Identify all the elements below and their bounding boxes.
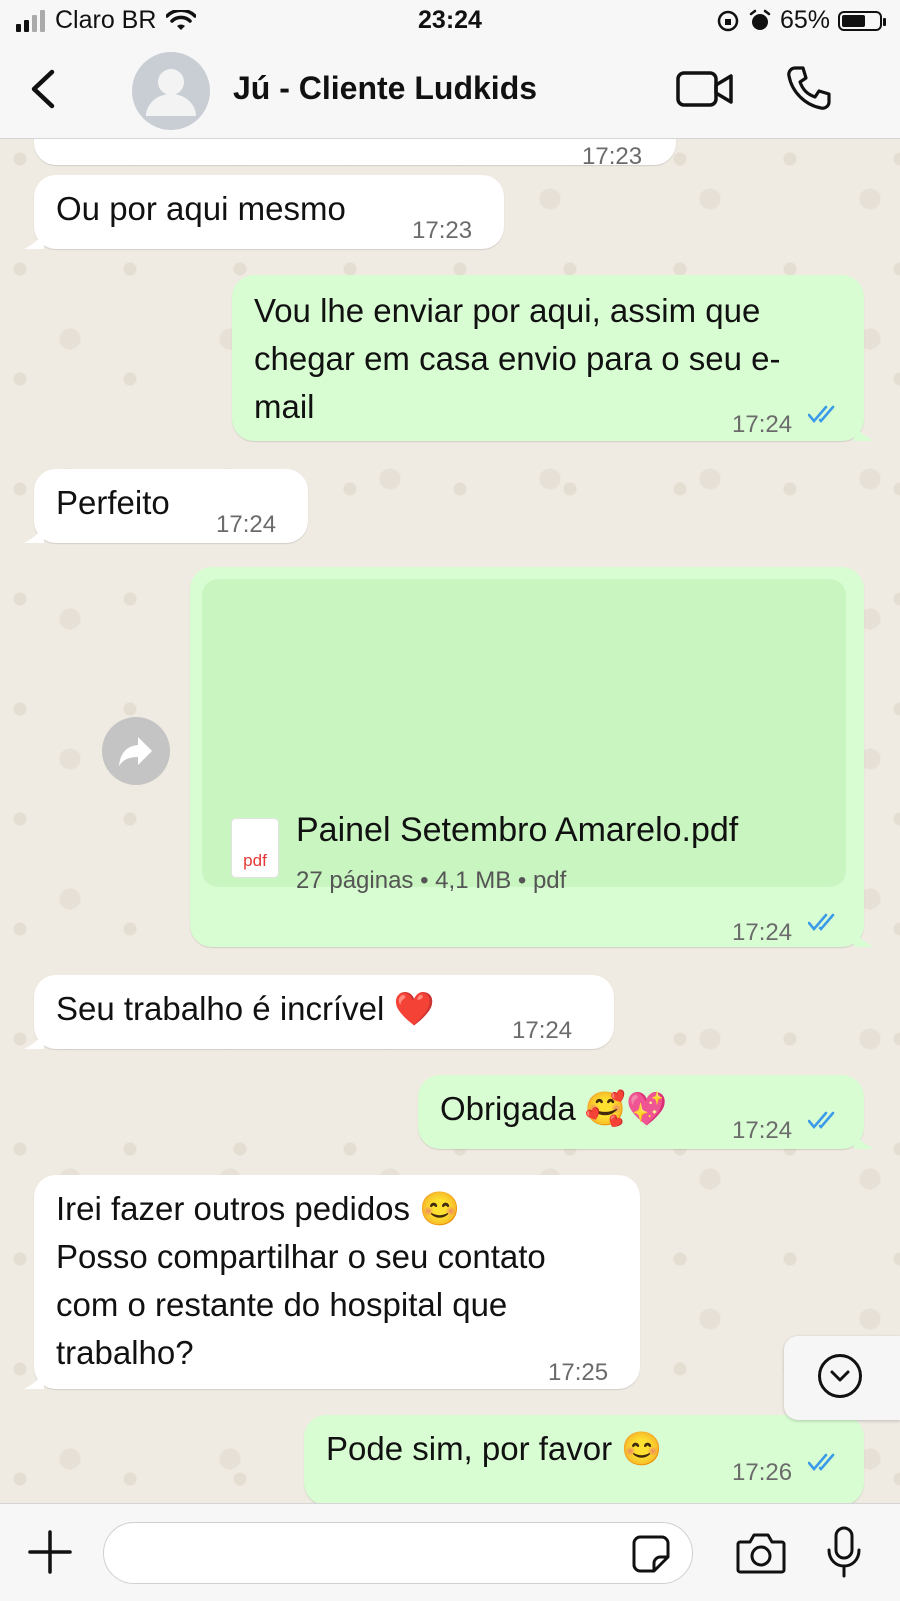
message-line: Vou lhe enviar por aqui, assim que: [254, 292, 761, 329]
phone-icon[interactable]: [785, 64, 833, 112]
read-ticks-icon: [808, 1453, 835, 1472]
camera-icon[interactable]: [736, 1532, 786, 1574]
message-time: 17:24: [512, 1017, 573, 1044]
video-camera-icon[interactable]: [676, 69, 734, 109]
chat-header: Jú - Cliente Ludkids: [0, 44, 900, 139]
message-document[interactable]: pdf Painel Setembro Amarelo.pdf 27 págin…: [190, 567, 874, 947]
bubble-tail: [24, 233, 44, 249]
message-incoming[interactable]: Irei fazer outros pedidos 😊 Posso compar…: [24, 1175, 640, 1389]
microphone-icon[interactable]: [826, 1526, 862, 1578]
message-text: Irei fazer outros pedidos 😊 Posso compar…: [56, 1185, 546, 1377]
bubble-tail: [854, 1133, 874, 1149]
default-avatar-icon: [146, 69, 196, 116]
message-text: Ou por aqui mesmo: [56, 190, 346, 227]
message-text: Pode sim, por favor 😊: [326, 1430, 663, 1467]
message-line: Posso compartilhar o seu contato: [56, 1238, 546, 1275]
forward-button[interactable]: [102, 717, 170, 785]
message-time: 17:26: [732, 1459, 793, 1486]
chevron-down-icon: [818, 1354, 862, 1398]
alarm-icon: [749, 9, 771, 30]
message-text: Seu trabalho é incrível ❤️: [56, 990, 435, 1027]
message-text: Vou lhe enviar por aqui, assim que chega…: [254, 287, 780, 431]
read-ticks-icon: [808, 1111, 835, 1130]
message-time: 17:23: [412, 217, 473, 244]
message-line: com o restante do hospital que: [56, 1286, 508, 1323]
bubble-tail: [854, 425, 874, 441]
contact-name[interactable]: Jú - Cliente Ludkids: [233, 70, 537, 107]
message-time: 17:25: [548, 1359, 609, 1386]
avatar[interactable]: [132, 52, 210, 130]
pdf-label: pdf: [243, 851, 267, 870]
message-line: Irei fazer outros pedidos 😊: [56, 1190, 461, 1227]
battery-percent: 65%: [779, 6, 830, 34]
message-time: 17:24: [216, 511, 277, 538]
message-line: mail: [254, 388, 315, 425]
document-card[interactable]: pdf Painel Setembro Amarelo.pdf 27 págin…: [202, 579, 846, 894]
document-name: Painel Setembro Amarelo.pdf: [296, 811, 739, 849]
message-time: 17:23: [582, 143, 643, 170]
status-bar: Claro BR 23:24 65%: [0, 0, 900, 44]
bubble-tail: [24, 1373, 44, 1389]
message-time: 17:24: [732, 919, 793, 946]
message-outgoing[interactable]: Obrigada 🥰💖 17:24: [418, 1075, 874, 1149]
message-outgoing[interactable]: Pode sim, por favor 😊 17:26: [304, 1415, 864, 1503]
sticker-icon[interactable]: [632, 1535, 670, 1573]
message-outgoing[interactable]: Vou lhe enviar por aqui, assim que chega…: [232, 275, 874, 441]
message-time: 17:24: [732, 411, 793, 438]
bubble-tail: [24, 527, 44, 543]
message-text: Obrigada 🥰💖: [440, 1090, 668, 1127]
battery-icon: [838, 10, 886, 31]
scroll-to-bottom-button[interactable]: [784, 1336, 900, 1420]
message-incoming[interactable]: Perfeito 17:24: [24, 469, 308, 543]
message-time: 17:24: [732, 1117, 793, 1144]
chevron-left-icon[interactable]: [24, 66, 64, 112]
message-incoming[interactable]: 17:23: [34, 139, 676, 170]
message-incoming[interactable]: Seu trabalho é incrível ❤️ 17:24: [24, 975, 614, 1049]
plus-icon[interactable]: [28, 1530, 72, 1574]
message-incoming[interactable]: Ou por aqui mesmo 17:23: [24, 175, 504, 249]
chat-area[interactable]: 17:23 Ou por aqui mesmo 17:23 Vou lhe en…: [0, 139, 900, 1503]
message-line: chegar em casa envio para o seu e-: [254, 340, 781, 377]
bubble-tail: [854, 931, 874, 947]
pdf-file-icon: pdf: [232, 819, 278, 877]
composer-bar: [0, 1503, 900, 1601]
battery-level: [842, 14, 865, 27]
forward-arrow-icon: [119, 737, 152, 766]
orientation-lock-icon: [717, 10, 739, 31]
message-line: trabalho?: [56, 1334, 194, 1371]
message-input[interactable]: [103, 1522, 693, 1584]
read-ticks-icon: [808, 913, 835, 932]
read-ticks-icon: [808, 405, 835, 424]
message-text: Perfeito: [56, 484, 170, 521]
document-meta: 27 páginas • 4,1 MB • pdf: [296, 867, 567, 894]
bubble-tail: [24, 1033, 44, 1049]
